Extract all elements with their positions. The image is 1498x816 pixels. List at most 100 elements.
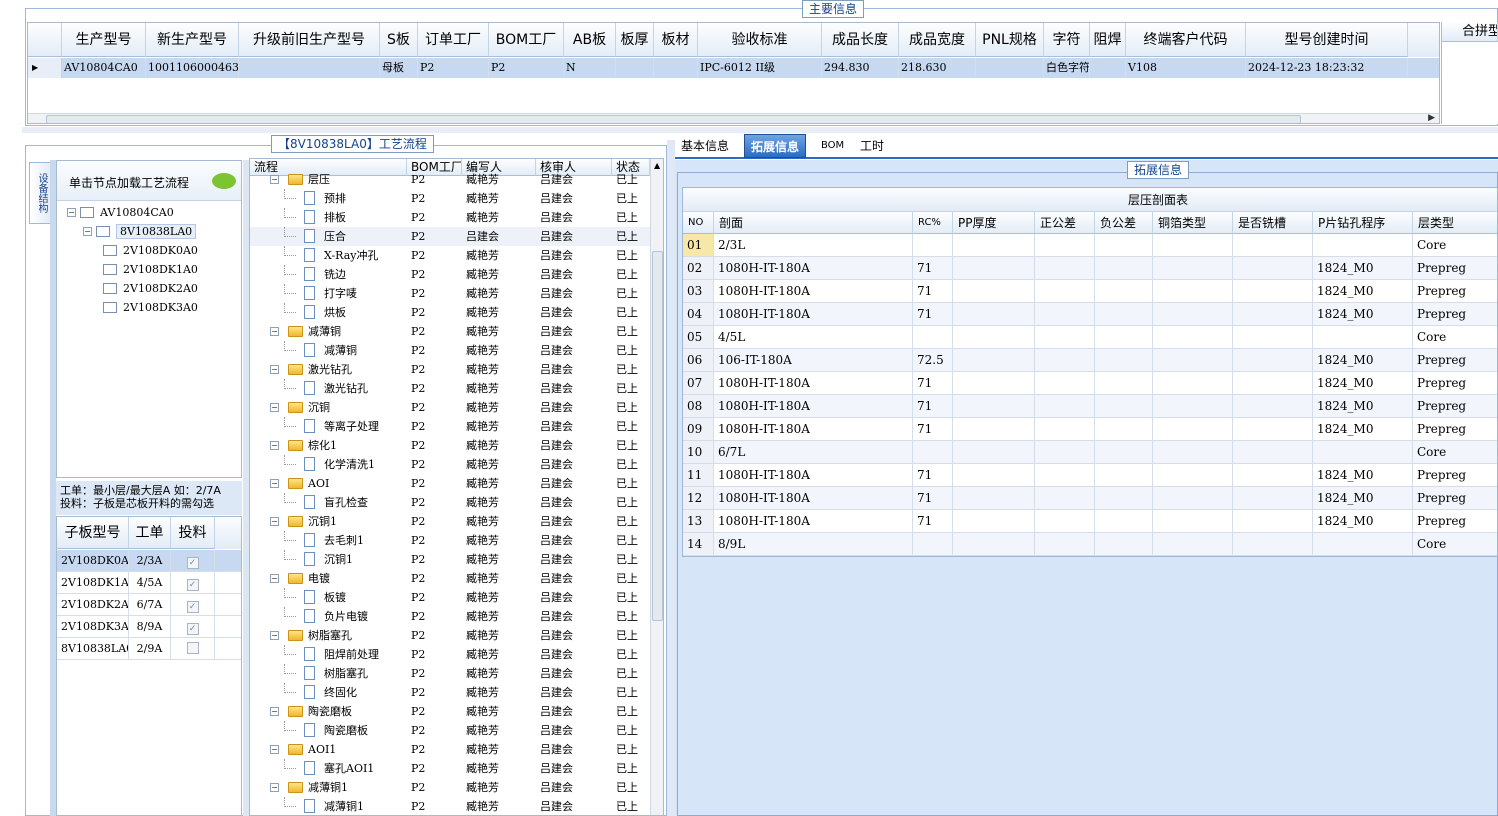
lamination-cell[interactable]	[1233, 349, 1313, 372]
lamination-cell[interactable]	[1153, 464, 1233, 487]
lamination-cell[interactable]	[1153, 395, 1233, 418]
sub-model-cell[interactable]: 2V108DK2A0	[57, 594, 129, 616]
lamination-cell[interactable]	[1233, 303, 1313, 326]
ext-col-header[interactable]: 铜箔类型	[1153, 212, 1233, 234]
lamination-cell[interactable]	[1095, 257, 1153, 280]
flow-name-cell[interactable]: X-Ray冲孔	[284, 246, 430, 265]
lamination-cell[interactable]	[953, 464, 1035, 487]
lamination-cell[interactable]: Prepreg	[1413, 395, 1497, 418]
lamination-cell[interactable]: 71	[913, 487, 953, 510]
lamination-cell[interactable]	[953, 257, 1035, 280]
lamination-cell[interactable]	[1233, 234, 1313, 257]
lamination-cell[interactable]: 02	[683, 257, 714, 280]
main-col-header[interactable]: 板材	[654, 23, 698, 57]
lamination-cell[interactable]: 1824_M0	[1313, 280, 1413, 303]
lamination-cell[interactable]: 01	[683, 234, 714, 257]
sub-col-header[interactable]: 工单	[129, 517, 171, 549]
lamination-cell[interactable]: 1824_M0	[1313, 349, 1413, 372]
sub-board-row[interactable]: 2V108DK2A0 6/7A ✓	[57, 594, 241, 616]
main-cell[interactable]: N	[564, 58, 616, 78]
expand-toggle-icon[interactable]: −	[270, 783, 279, 792]
lamination-cell[interactable]	[1153, 487, 1233, 510]
lamination-cell[interactable]	[1153, 533, 1233, 556]
lamination-cell[interactable]: 1080H-IT-180A	[714, 510, 913, 533]
lamination-cell[interactable]	[1035, 326, 1095, 349]
sub-board-row[interactable]: 2V108DK3A0 8/9A ✓	[57, 616, 241, 638]
flow-name-cell[interactable]: 塞孔AOI1	[284, 759, 430, 778]
flow-name-cell[interactable]: 树脂塞孔	[284, 664, 430, 683]
main-col-header[interactable]: S板	[380, 23, 418, 57]
lamination-cell[interactable]: 08	[683, 395, 714, 418]
main-hscrollbar[interactable]: ▶	[28, 113, 1439, 123]
lamination-cell[interactable]	[1313, 326, 1413, 349]
flow-name-cell[interactable]: 终固化	[284, 683, 430, 702]
lamination-cell[interactable]	[953, 487, 1035, 510]
flow-row[interactable]: 排板 P2 臧艳芳 吕建会 已上	[250, 208, 650, 227]
flow-vscrollbar[interactable]: ▲	[650, 159, 663, 815]
expand-toggle-icon[interactable]: −	[270, 365, 279, 374]
lamination-cell[interactable]: Prepreg	[1413, 349, 1497, 372]
flow-row[interactable]: 压合 P2 吕建会 吕建会 已上	[250, 227, 650, 246]
lamination-cell[interactable]	[953, 234, 1035, 257]
lamination-cell[interactable]: 03	[683, 280, 714, 303]
lamination-cell[interactable]	[1153, 326, 1233, 349]
main-cell[interactable]	[976, 58, 1044, 78]
flow-row[interactable]: 终固化 P2 臧艳芳 吕建会 已上	[250, 683, 650, 702]
flow-name-cell[interactable]: − 减薄铜1	[270, 778, 412, 797]
lamination-row[interactable]: 03 1080H-IT-180A 71 1824_M0 Prepreg	[683, 280, 1497, 303]
lamination-cell[interactable]	[1153, 257, 1233, 280]
lamination-cell[interactable]: 71	[913, 395, 953, 418]
lamination-cell[interactable]	[953, 395, 1035, 418]
lamination-cell[interactable]	[913, 441, 953, 464]
flow-row[interactable]: 盲孔检查 P2 臧艳芳 吕建会 已上	[250, 493, 650, 512]
main-col-header[interactable]: 板厚	[616, 23, 654, 57]
flow-row[interactable]: − 陶瓷磨板 P2 臧艳芳 吕建会 已上	[250, 702, 650, 721]
flow-row[interactable]: − 沉铜 P2 臧艳芳 吕建会 已上	[250, 398, 650, 417]
tree-node[interactable]: − AV10804CA0	[67, 203, 174, 221]
main-col-header[interactable]: 生产型号	[62, 23, 146, 57]
lamination-cell[interactable]	[1095, 372, 1153, 395]
lamination-cell[interactable]	[1153, 510, 1233, 533]
lamination-cell[interactable]: Core	[1413, 326, 1497, 349]
main-cell[interactable]	[654, 58, 698, 78]
lamination-cell[interactable]	[1095, 418, 1153, 441]
lamination-row[interactable]: 04 1080H-IT-180A 71 1824_M0 Prepreg	[683, 303, 1497, 326]
ext-col-header[interactable]: 是否铣槽	[1233, 212, 1313, 234]
lamination-cell[interactable]	[1233, 487, 1313, 510]
lamination-cell[interactable]	[1035, 349, 1095, 372]
main-cell[interactable]	[1090, 58, 1126, 78]
sub-col-header[interactable]: 子板型号	[57, 517, 129, 549]
flow-row[interactable]: − 层压 P2 臧艳芳 吕建会 已上	[250, 170, 650, 189]
expand-toggle-icon[interactable]: −	[270, 517, 279, 526]
tree-node[interactable]: 2V108DK0A0	[103, 241, 198, 259]
main-info-data-row[interactable]: ▶ AV10804CA0 10011060004633 母板 P2 P2 N IPC-6012…	[28, 58, 1439, 78]
flow-name-cell[interactable]: − 树脂塞孔	[270, 626, 412, 645]
tab-bom[interactable]: BOM	[815, 134, 850, 158]
flow-row[interactable]: − 沉铜1 P2 臧艳芳 吕建会 已上	[250, 512, 650, 531]
sub-board-row[interactable]: 2V108DK1A0 4/5A ✓	[57, 572, 241, 594]
flow-row[interactable]: 负片电镀 P2 臧艳芳 吕建会 已上	[250, 607, 650, 626]
lamination-cell[interactable]	[953, 280, 1035, 303]
lamination-cell[interactable]: 8/9L	[714, 533, 913, 556]
lamination-cell[interactable]	[1313, 441, 1413, 464]
expand-toggle-icon[interactable]: −	[270, 479, 279, 488]
main-cell[interactable]: 白色字符	[1044, 58, 1090, 78]
lamination-cell[interactable]	[913, 326, 953, 349]
checked-checkbox-icon[interactable]: ✓	[186, 601, 199, 613]
lamination-cell[interactable]: Prepreg	[1413, 510, 1497, 533]
flow-name-cell[interactable]: − 电镀	[270, 569, 412, 588]
lamination-row[interactable]: 12 1080H-IT-180A 71 1824_M0 Prepreg	[683, 487, 1497, 510]
lamination-cell[interactable]: 71	[913, 303, 953, 326]
lamination-cell[interactable]: 1824_M0	[1313, 303, 1413, 326]
main-cell[interactable]: IPC-6012 II级	[698, 58, 822, 78]
lamination-cell[interactable]: Core	[1413, 533, 1497, 556]
lamination-cell[interactable]	[1153, 372, 1233, 395]
main-col-header[interactable]: AB板	[564, 23, 616, 57]
sub-order-cell[interactable]: 2/3A	[129, 550, 171, 572]
main-cell[interactable]: P2	[489, 58, 564, 78]
lamination-cell[interactable]	[913, 533, 953, 556]
main-cell[interactable]: 母板	[380, 58, 418, 78]
flow-name-cell[interactable]: 打字唛	[284, 284, 430, 303]
checked-checkbox-icon[interactable]: ✓	[186, 579, 199, 591]
lamination-row[interactable]: 02 1080H-IT-180A 71 1824_M0 Prepreg	[683, 257, 1497, 280]
